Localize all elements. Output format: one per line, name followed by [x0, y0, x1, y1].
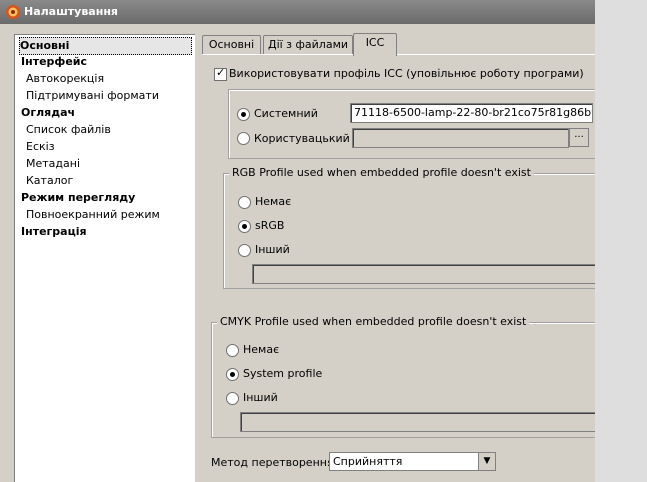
rgb-srgb-radio[interactable] — [238, 220, 251, 233]
tab-general[interactable]: Основні — [202, 35, 261, 55]
icc-tab-panel: ✓ Використовувати профіль ICC (уповільню… — [202, 54, 595, 482]
checkmark-icon: ✓ — [216, 66, 226, 79]
sidebar-item-metadata[interactable]: Метадані — [26, 156, 80, 172]
conversion-method-label: Метод перетворення: — [211, 456, 338, 469]
sidebar-item-integration[interactable]: Інтеграція — [21, 224, 87, 240]
cmyk-none-label: Немає — [243, 343, 280, 356]
conversion-method-value: Сприйняття — [333, 455, 403, 468]
tab-icc[interactable]: ICC — [353, 33, 397, 56]
cmyk-other-field[interactable] — [240, 412, 595, 432]
use-icc-checkbox[interactable]: ✓ — [214, 66, 227, 81]
sidebar-item-interface[interactable]: Інтерфейс — [21, 54, 87, 70]
sidebar-item-thumbnail[interactable]: Ескіз — [26, 139, 55, 155]
user-profile-radio[interactable] — [237, 132, 250, 145]
conversion-method-select[interactable]: Сприйняття ▼ — [329, 452, 496, 471]
rgb-none-radio[interactable] — [238, 196, 251, 209]
cmyk-other-radio[interactable] — [226, 392, 239, 405]
settings-window: Налаштування Основні Інтерфейс Автокорек… — [0, 0, 595, 482]
rgb-none-label: Немає — [255, 195, 292, 208]
sidebar-item-supported-formats[interactable]: Підтримувані формати — [26, 88, 159, 104]
system-profile-field[interactable]: 71118-6500-lamp-22-80-br21co75r81g86b98.… — [350, 103, 593, 123]
user-profile-label: Користувацький — [254, 132, 350, 145]
settings-sidebar: Основні Інтерфейс Автокорекція Підтримув… — [14, 34, 195, 482]
rgb-other-label: Інший — [255, 243, 290, 256]
app-logo-icon[interactable] — [5, 4, 21, 20]
sidebar-item-catalog[interactable]: Каталог — [26, 173, 73, 189]
tab-file-actions[interactable]: Дії з файлами — [263, 35, 353, 55]
rgb-group-legend: RGB Profile used when embedded profile d… — [229, 166, 534, 179]
sidebar-item-file-list[interactable]: Список файлів — [26, 122, 111, 138]
rgb-other-field[interactable] — [252, 264, 595, 284]
rgb-other-radio[interactable] — [238, 244, 251, 257]
profile-source-group — [228, 89, 595, 159]
rgb-srgb-label: sRGB — [255, 219, 285, 232]
cmyk-none-radio[interactable] — [226, 344, 239, 357]
sidebar-item-general[interactable]: Основні — [19, 37, 192, 55]
system-profile-label: Системний — [254, 107, 318, 120]
use-icc-label: Використовувати профіль ICC (уповільнює … — [229, 67, 584, 80]
dropdown-arrow-icon[interactable]: ▼ — [478, 453, 495, 470]
window-title: Налаштування — [24, 5, 118, 18]
sidebar-item-autocorrection[interactable]: Автокорекція — [26, 71, 104, 87]
user-profile-field[interactable] — [352, 128, 569, 148]
sidebar-item-fullscreen[interactable]: Повноекранний режим — [26, 207, 160, 223]
system-profile-radio[interactable] — [237, 108, 250, 121]
title-bar[interactable]: Налаштування — [0, 0, 595, 24]
cmyk-other-label: Інший — [243, 391, 278, 404]
background-area — [595, 0, 647, 482]
cmyk-system-radio[interactable] — [226, 368, 239, 381]
cmyk-group-legend: CMYK Profile used when embedded profile … — [217, 315, 530, 328]
sidebar-item-browser[interactable]: Оглядач — [21, 105, 75, 121]
cmyk-system-label: System profile — [243, 367, 323, 380]
browse-profile-button[interactable]: ... — [569, 128, 589, 147]
sidebar-item-view-mode[interactable]: Режим перегляду — [21, 190, 135, 206]
